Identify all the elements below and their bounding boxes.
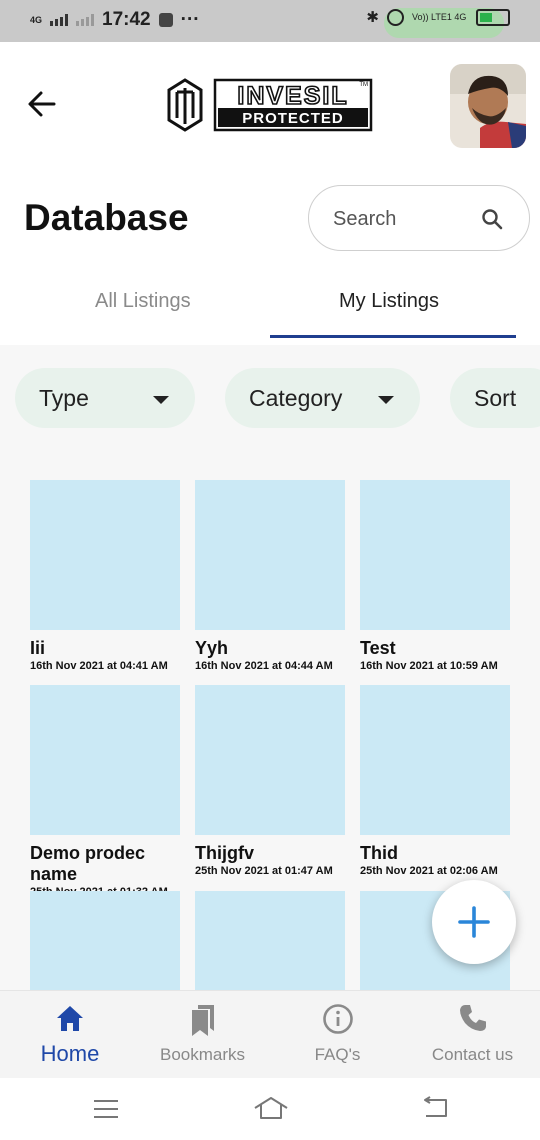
- phone-icon: [459, 1005, 486, 1031]
- listing-card[interactable]: [195, 891, 345, 990]
- status-left: 4G 17:42 ···: [30, 9, 200, 31]
- nav-contact[interactable]: Contact us: [405, 991, 540, 1079]
- profile-avatar[interactable]: [450, 64, 526, 148]
- page-title: Database: [24, 197, 189, 238]
- listing-thumbnail: [30, 685, 180, 835]
- nav-faqs-label: FAQ's: [314, 1045, 361, 1064]
- app-bar: INVESIL PROTECTED TM: [0, 42, 540, 162]
- listing-card[interactable]: Thid 25th Nov 2021 at 02:06 AM: [360, 685, 510, 877]
- add-listing-button[interactable]: [432, 880, 516, 964]
- listing-name: Thid: [360, 843, 398, 863]
- more-icon: ···: [180, 9, 200, 30]
- notification-icon: [158, 13, 173, 27]
- listing-name: Yyh: [195, 638, 229, 658]
- signal-icon: [50, 14, 69, 26]
- nav-home-label: Home: [40, 1041, 100, 1066]
- listing-thumbnail: [30, 480, 180, 630]
- home-icon: [57, 1006, 83, 1031]
- listing-name: Iii: [30, 638, 46, 658]
- listing-thumbnail: [195, 480, 345, 630]
- listing-card[interactable]: [30, 891, 180, 990]
- search-box[interactable]: Search: [308, 185, 530, 251]
- listing-name: Test: [360, 638, 396, 658]
- listing-date: 16th Nov 2021 at 10:59 AM: [360, 660, 498, 672]
- tab-all-listings[interactable]: All Listings: [95, 290, 191, 313]
- alarm-icon: [387, 8, 404, 26]
- listing-date: 25th Nov 2021 at 01:47 AM: [195, 865, 333, 877]
- tab-my-listings[interactable]: My Listings: [339, 290, 439, 313]
- filter-sort-chip[interactable]: Sort: [450, 368, 540, 428]
- nav-bookmarks[interactable]: Bookmarks: [135, 991, 270, 1079]
- listing-date: 25th Nov 2021 at 02:06 AM: [360, 865, 498, 877]
- plus-icon: [458, 906, 490, 938]
- listing-card[interactable]: Test 16th Nov 2021 at 10:59 AM: [360, 480, 510, 672]
- bottom-navigation: Home Bookmarks FAQ's Contact us: [0, 990, 540, 1079]
- back-arrow-icon[interactable]: [24, 86, 60, 122]
- listing-date: 16th Nov 2021 at 04:44 AM: [195, 660, 333, 672]
- logo-tm: TM: [359, 82, 368, 88]
- nav-faqs[interactable]: FAQ's: [270, 991, 405, 1079]
- listing-thumbnail: [195, 685, 345, 835]
- back-key-icon[interactable]: [420, 1096, 450, 1120]
- bookmarks-icon: [191, 1005, 214, 1036]
- filter-type-chip[interactable]: Type: [15, 368, 195, 428]
- network-info: Vo)) LTE1 4G: [412, 12, 467, 22]
- dropdown-caret-icon: [378, 396, 394, 404]
- nav-contact-label: Contact us: [431, 1045, 514, 1064]
- active-tab-indicator: [270, 335, 516, 338]
- filter-category-chip[interactable]: Category: [225, 368, 420, 428]
- listing-card[interactable]: Yyh 16th Nov 2021 at 04:44 AM: [195, 480, 345, 672]
- status-time: 17:42: [102, 9, 151, 30]
- listing-thumbnail: [360, 685, 510, 835]
- logo-line-2: PROTECTED: [242, 110, 344, 127]
- system-nav-bar: [0, 1078, 540, 1140]
- battery-icon: [476, 8, 510, 26]
- home-key-icon[interactable]: [253, 1096, 289, 1120]
- filter-sort-label: Sort: [474, 385, 517, 411]
- status-right: ✱ Vo)) LTE1 4G: [366, 8, 510, 26]
- search-icon[interactable]: [481, 208, 503, 230]
- listing-thumbnail: [195, 891, 345, 990]
- listing-name: Thijgfv: [195, 843, 254, 863]
- signal-2-icon: [76, 14, 95, 26]
- listing-card[interactable]: Thijgfv 25th Nov 2021 at 01:47 AM: [195, 685, 345, 877]
- filter-type-label: Type: [39, 385, 89, 411]
- logo-line-1: INVESIL: [237, 82, 348, 110]
- menu-icon[interactable]: [92, 1098, 120, 1120]
- dropdown-caret-icon: [153, 396, 169, 404]
- info-icon: [322, 1004, 353, 1034]
- filter-category-label: Category: [249, 385, 343, 411]
- status-bar: 4G 17:42 ··· ✱ Vo)) LTE1 4G: [0, 0, 540, 42]
- brand-logo: INVESIL PROTECTED TM: [165, 74, 375, 136]
- listing-date: 16th Nov 2021 at 04:41 AM: [30, 660, 168, 672]
- listing-name: Demo prodec name: [30, 843, 146, 884]
- bluetooth-icon: ✱: [366, 9, 379, 26]
- search-placeholder: Search: [333, 208, 397, 230]
- listing-card[interactable]: Iii 16th Nov 2021 at 04:41 AM: [30, 480, 180, 672]
- nav-bookmarks-label: Bookmarks: [159, 1045, 246, 1064]
- nav-home[interactable]: Home: [0, 991, 140, 1079]
- listing-card[interactable]: Demo prodec name 25th Nov 2021 at 01:32 …: [30, 685, 180, 892]
- listing-thumbnail: [30, 891, 180, 990]
- network-type: 4G: [30, 14, 43, 25]
- listing-thumbnail: [360, 480, 510, 630]
